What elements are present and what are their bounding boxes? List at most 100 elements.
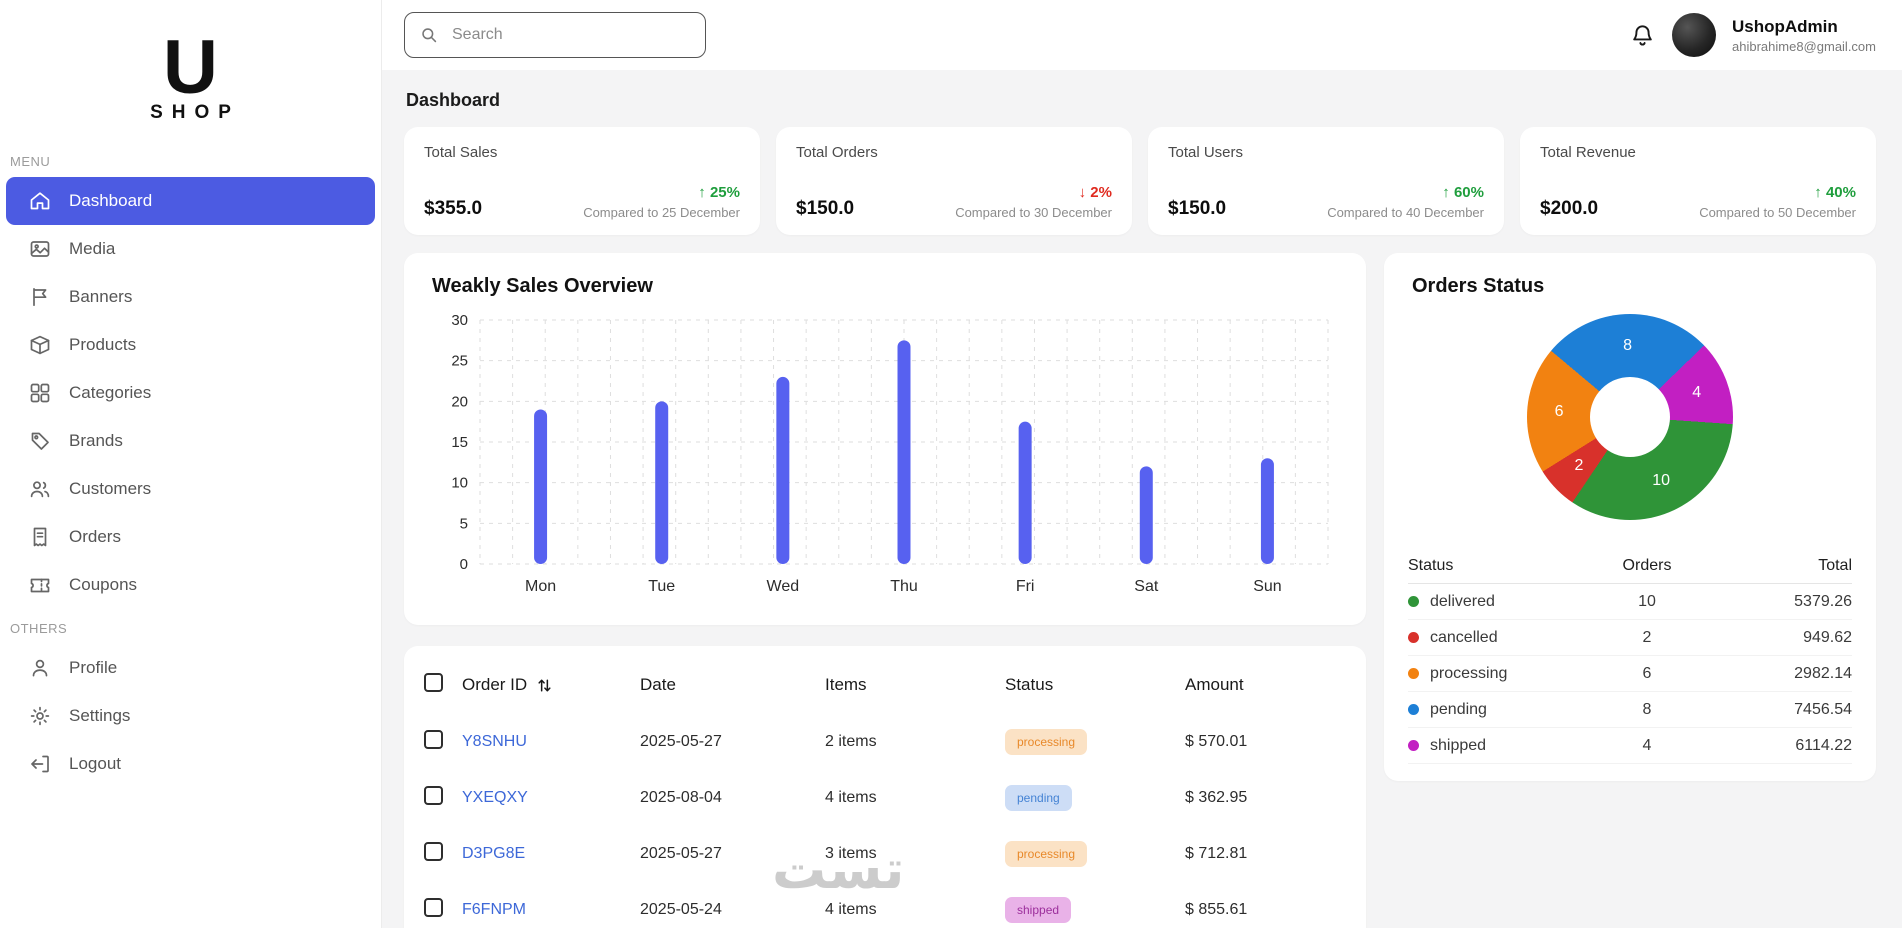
stat-compare: Compared to 50 December <box>1699 205 1856 220</box>
categories-icon <box>28 381 52 405</box>
donut-segment-label-pending: 8 <box>1623 337 1632 355</box>
sidebar-item-customers[interactable]: Customers <box>6 465 375 513</box>
avatar[interactable] <box>1672 13 1716 57</box>
charts-row: Weakly Sales Overview 051015202530MonTue… <box>404 253 1876 928</box>
search-input[interactable] <box>450 25 692 45</box>
stat-value: $200.0 <box>1540 198 1598 220</box>
customers-icon <box>28 477 52 501</box>
stat-title: Total Orders <box>796 144 1112 161</box>
sort-icon[interactable] <box>535 676 554 695</box>
row-checkbox[interactable] <box>424 730 443 749</box>
sidebar-item-dashboard[interactable]: Dashboard <box>6 177 375 225</box>
svg-text:0: 0 <box>460 556 468 573</box>
sidebar-item-media[interactable]: Media <box>6 225 375 273</box>
orders-table: Order IDDateItemsStatusAmountY8SNHU2025-… <box>424 656 1340 928</box>
sidebar-item-label: Products <box>69 335 136 355</box>
status-label: shipped <box>1430 737 1486 755</box>
notifications-bell-icon[interactable] <box>1629 22 1656 49</box>
amount-col-header: Amount <box>1185 675 1340 695</box>
stat-card-total-sales: Total Sales$355.0↑ 25%Compared to 25 Dec… <box>404 127 760 235</box>
user-meta: UshopAdmin ahibrahime8@gmail.com <box>1732 17 1876 54</box>
status-total: 949.62 <box>1702 629 1852 647</box>
svg-text:20: 20 <box>451 393 468 410</box>
status-col-header: Status <box>1005 675 1185 695</box>
others-list: Profile Settings Logout <box>6 644 375 788</box>
stat-change: ↓ 2% <box>955 184 1112 201</box>
sidebar-item-orders[interactable]: Orders <box>6 513 375 561</box>
status-dot-pending <box>1408 704 1419 715</box>
sidebar-item-label: Settings <box>69 706 130 726</box>
stat-title: Total Revenue <box>1540 144 1856 161</box>
order-items: 2 items <box>825 733 1005 751</box>
settings-icon <box>28 704 52 728</box>
svg-text:Sun: Sun <box>1253 578 1281 595</box>
sidebar-item-brands[interactable]: Brands <box>6 417 375 465</box>
status-orders-count: 10 <box>1592 593 1702 611</box>
select-all-checkbox[interactable] <box>424 673 443 692</box>
others-section-label: OTHERS <box>10 621 375 636</box>
row-checkbox[interactable] <box>424 898 443 917</box>
sidebar-item-profile[interactable]: Profile <box>6 644 375 692</box>
status-badge: shipped <box>1005 897 1071 923</box>
orders-status-table: StatusOrdersTotaldelivered105379.26cance… <box>1408 548 1852 764</box>
status-dot-shipped <box>1408 740 1419 751</box>
stat-change: ↑ 25% <box>583 184 740 201</box>
status-dot-cancelled <box>1408 632 1419 643</box>
main-area: UshopAdmin ahibrahime8@gmail.com Dashboa… <box>382 0 1902 928</box>
order-id-col-header: Order ID <box>462 675 527 695</box>
sidebar-item-coupons[interactable]: Coupons <box>6 561 375 609</box>
stat-card-total-users: Total Users$150.0↑ 60%Compared to 40 Dec… <box>1148 127 1504 235</box>
order-amount: $ 570.01 <box>1185 733 1340 751</box>
sidebar-item-logout[interactable]: Logout <box>6 740 375 788</box>
status-orders-count: 8 <box>1592 701 1702 719</box>
row-checkbox[interactable] <box>424 786 443 805</box>
sidebar-item-banners[interactable]: Banners <box>6 273 375 321</box>
status-label: cancelled <box>1430 629 1498 647</box>
total-col-header: Total <box>1702 557 1852 575</box>
status-badge: processing <box>1005 729 1087 755</box>
status-orders-count: 6 <box>1592 665 1702 683</box>
order-id-link[interactable]: D3PG8E <box>462 845 525 862</box>
order-row: D3PG8E2025-05-273 itemsprocessing$ 712.8… <box>424 826 1340 882</box>
status-orders-count: 4 <box>1592 737 1702 755</box>
status-table-row: shipped 46114.22 <box>1408 728 1852 764</box>
sidebar-item-products[interactable]: Products <box>6 321 375 369</box>
status-label: processing <box>1430 665 1507 683</box>
svg-text:Sat: Sat <box>1134 578 1159 595</box>
order-id-link[interactable]: Y8SNHU <box>462 733 527 750</box>
sidebar-item-label: Customers <box>69 479 151 499</box>
stat-card-total-orders: Total Orders$150.0↓ 2%Compared to 30 Dec… <box>776 127 1132 235</box>
status-dot-delivered <box>1408 596 1419 607</box>
stat-card-total-revenue: Total Revenue$200.0↑ 40%Compared to 50 D… <box>1520 127 1876 235</box>
order-row: Y8SNHU 2025-05-272 itemsprocessing $ 570.0… <box>424 714 1340 770</box>
order-date: 2025-05-27 <box>640 733 825 751</box>
topbar-right: UshopAdmin ahibrahime8@gmail.com <box>1629 13 1876 57</box>
orders-col-header: Orders <box>1592 557 1702 575</box>
status-total: 2982.14 <box>1702 665 1852 683</box>
status-total: 6114.22 <box>1702 737 1852 755</box>
sidebar-item-settings[interactable]: Settings <box>6 692 375 740</box>
status-label: delivered <box>1430 593 1495 611</box>
stat-compare: Compared to 25 December <box>583 205 740 220</box>
order-id-link[interactable]: YXEQXY <box>462 789 528 806</box>
left-column: Weakly Sales Overview 051015202530MonTue… <box>404 253 1366 928</box>
svg-text:5: 5 <box>460 515 468 532</box>
sidebar-item-label: Logout <box>69 754 121 774</box>
donut-segment-label-processing: 6 <box>1555 403 1564 421</box>
donut-segment-label-shipped: 4 <box>1692 384 1701 402</box>
menu-section-label: MENU <box>10 154 375 169</box>
sidebar-item-label: Brands <box>69 431 123 451</box>
order-id-link[interactable]: F6FNPM <box>462 901 526 918</box>
sidebar-item-categories[interactable]: Categories <box>6 369 375 417</box>
row-checkbox[interactable] <box>424 842 443 861</box>
brands-icon <box>28 429 52 453</box>
sidebar-item-label: Profile <box>69 658 117 678</box>
orders-status-title: Orders Status <box>1412 275 1852 298</box>
status-table-row: cancelled2949.62 <box>1408 620 1852 656</box>
menu-list: DashboardMediaBanners Products Categories B… <box>6 177 375 609</box>
media-icon <box>28 237 52 261</box>
sidebar-item-label: Coupons <box>69 575 137 595</box>
search-box[interactable] <box>404 12 706 58</box>
svg-text:25: 25 <box>451 353 468 370</box>
svg-text:30: 30 <box>451 312 468 329</box>
